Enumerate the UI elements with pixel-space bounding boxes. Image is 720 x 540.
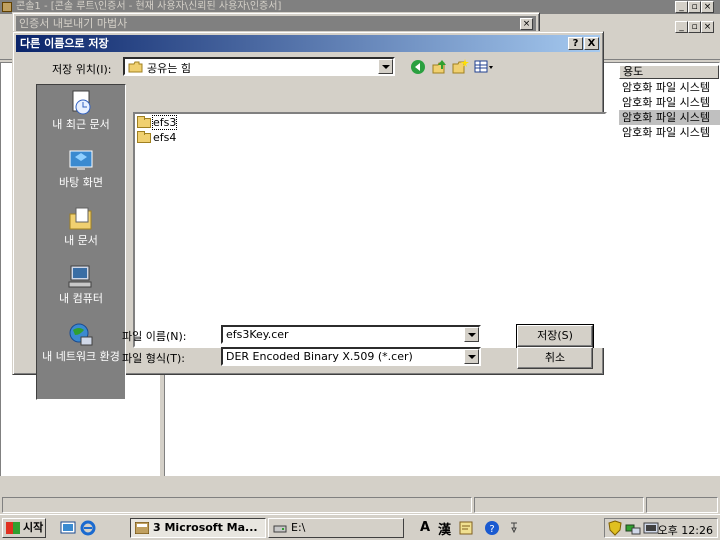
status-segment bbox=[646, 497, 718, 513]
filename-label: 파일 이름(N): bbox=[122, 330, 187, 343]
start-label: 시작 bbox=[23, 521, 44, 534]
folder-icon bbox=[137, 116, 151, 128]
places-bar: 내 최근 문서 바탕 화면 내 문서 내 컴퓨터 내 네트워크 환경 bbox=[36, 84, 126, 400]
minimize-button[interactable]: _ bbox=[675, 1, 688, 13]
tree-horizontal-scrollbar[interactable] bbox=[0, 476, 160, 492]
ime-options-icon[interactable] bbox=[506, 520, 522, 536]
save-button[interactable]: 저장(S) bbox=[516, 324, 594, 348]
save-in-value: 공유는 힘 bbox=[147, 62, 191, 75]
chevron-down-icon[interactable] bbox=[464, 349, 479, 364]
details-horizontal-scrollbar[interactable] bbox=[164, 476, 720, 492]
taskbar-item-explorer[interactable]: E:\ bbox=[268, 518, 404, 538]
folder-icon bbox=[128, 61, 143, 73]
view-menu-icon[interactable] bbox=[473, 58, 495, 76]
filename-value: efs3Key.cer bbox=[226, 328, 289, 341]
place-my-computer[interactable]: 내 컴퓨터 bbox=[37, 263, 125, 317]
restore-button[interactable]: ▫ bbox=[688, 1, 701, 13]
security-shield-icon[interactable] bbox=[607, 520, 623, 536]
place-network[interactable]: 내 네트워크 환경 bbox=[37, 321, 125, 375]
purpose-cell-selected[interactable]: 암호화 파일 시스템 bbox=[619, 110, 720, 125]
child-minimize-button[interactable]: _ bbox=[675, 21, 688, 33]
wizard-title-bar: 인증서 내보내기 마법사 × bbox=[16, 16, 536, 32]
mmc-app-icon bbox=[135, 522, 149, 534]
clock[interactable]: 오후 12:26 bbox=[658, 522, 713, 538]
place-label: 내 네트워크 환경 bbox=[42, 350, 120, 363]
dialog-close-button[interactable]: X bbox=[584, 37, 599, 50]
mmc-app-icon bbox=[2, 2, 12, 12]
help-button[interactable]: ? bbox=[568, 37, 583, 50]
my-documents-icon bbox=[69, 207, 92, 230]
start-button[interactable]: 시작 bbox=[2, 518, 46, 538]
new-folder-icon[interactable] bbox=[451, 58, 469, 76]
list-item-folder[interactable]: efs4 bbox=[137, 131, 176, 145]
drive-icon bbox=[273, 525, 287, 533]
folder-icon bbox=[137, 131, 151, 143]
show-desktop-icon[interactable] bbox=[60, 520, 76, 536]
folder-name: efs4 bbox=[153, 131, 177, 144]
place-label: 내 문서 bbox=[64, 234, 98, 247]
place-label: 바탕 화면 bbox=[59, 176, 103, 189]
task-label: 3 Microsoft Ma... bbox=[153, 521, 258, 534]
wizard-title-text: 인증서 내보내기 마법사 bbox=[19, 17, 128, 30]
system-tray: 오후 12:26 bbox=[604, 518, 718, 538]
task-label: E:\ bbox=[291, 521, 306, 534]
cancel-button[interactable]: 취소 bbox=[517, 347, 593, 369]
save-as-dialog: 다른 이름으로 저장 ? X 저장 위치(I): 공유는 힘 내 최근 문서 바… bbox=[12, 31, 607, 400]
network-icon bbox=[69, 323, 93, 346]
desktop-icon bbox=[69, 150, 93, 170]
network-status-icon[interactable] bbox=[625, 520, 641, 536]
taskbar-item-mmc[interactable]: 3 Microsoft Ma... bbox=[130, 518, 266, 538]
place-recent-documents[interactable]: 내 최근 문서 bbox=[37, 89, 125, 143]
wizard-close-button[interactable]: × bbox=[520, 18, 533, 30]
svg-text:?: ? bbox=[489, 524, 494, 535]
purpose-cell[interactable]: 암호화 파일 시스템 bbox=[619, 125, 720, 140]
status-segment bbox=[2, 497, 472, 513]
filetype-label: 파일 형식(T): bbox=[122, 352, 185, 365]
taskbar: 시작 3 Microsoft Ma... E:\ A 漢 ? 오후 12:26 bbox=[0, 514, 720, 540]
back-icon[interactable] bbox=[409, 58, 427, 76]
place-desktop[interactable]: 바탕 화면 bbox=[37, 147, 125, 201]
place-label: 내 컴퓨터 bbox=[59, 292, 103, 305]
mmc-window-controls: _ ▫ × bbox=[675, 1, 714, 13]
child-restore-button[interactable]: ▫ bbox=[688, 21, 701, 33]
close-button[interactable]: × bbox=[701, 1, 714, 13]
chevron-down-icon[interactable] bbox=[378, 59, 393, 74]
column-header-purpose[interactable]: 용도 bbox=[619, 65, 719, 79]
mmc-child-window-controls: _ ▫ × bbox=[675, 21, 714, 33]
save-in-label: 저장 위치(I): bbox=[52, 63, 112, 76]
ime-hanja-indicator[interactable]: 漢 bbox=[438, 519, 451, 538]
purpose-cell[interactable]: 암호화 파일 시스템 bbox=[619, 80, 720, 95]
my-computer-icon bbox=[68, 265, 92, 288]
filetype-value: DER Encoded Binary X.509 (*.cer) bbox=[226, 350, 413, 363]
purpose-cell[interactable]: 암호화 파일 시스템 bbox=[619, 95, 720, 110]
status-segment bbox=[474, 497, 644, 513]
dialog-title-text: 다른 이름으로 저장 bbox=[20, 37, 109, 50]
dialog-title-bar: 다른 이름으로 저장 ? X bbox=[16, 35, 600, 52]
file-list[interactable]: efs3 efs4 bbox=[133, 112, 607, 348]
mmc-title-text: 콘솔1 - [콘솔 루트\인증서 - 현재 사용자\신뢰된 사용자\인증서] bbox=[16, 1, 282, 12]
place-label: 내 최근 문서 bbox=[52, 118, 110, 131]
help-icon[interactable]: ? bbox=[484, 520, 500, 536]
chevron-down-icon[interactable] bbox=[464, 327, 479, 342]
ime-pad-icon[interactable] bbox=[458, 520, 474, 536]
internet-explorer-icon[interactable] bbox=[80, 520, 96, 536]
save-in-dropdown[interactable]: 공유는 힘 bbox=[123, 57, 395, 76]
folder-name: efs3 bbox=[151, 115, 178, 130]
list-item-folder[interactable]: efs3 bbox=[137, 115, 178, 130]
child-close-button[interactable]: × bbox=[701, 21, 714, 33]
filename-field[interactable]: efs3Key.cer bbox=[221, 325, 481, 344]
place-my-documents[interactable]: 내 문서 bbox=[37, 205, 125, 259]
ime-mode-indicator[interactable]: A bbox=[420, 520, 430, 535]
recent-documents-icon bbox=[72, 90, 91, 115]
up-one-level-icon[interactable] bbox=[431, 58, 449, 76]
filetype-dropdown[interactable]: DER Encoded Binary X.509 (*.cer) bbox=[221, 347, 481, 366]
mmc-status-bar bbox=[0, 496, 720, 514]
windows-flag-icon bbox=[6, 522, 20, 534]
